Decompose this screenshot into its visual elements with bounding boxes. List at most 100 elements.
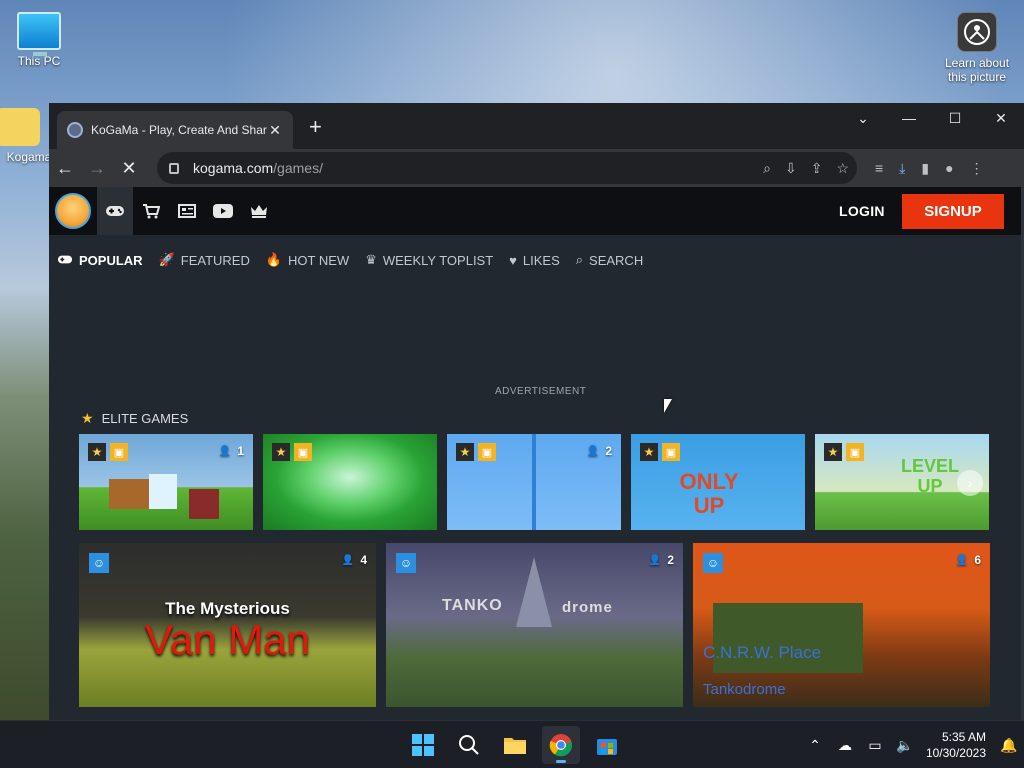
fire-icon: 🔥: [265, 252, 283, 267]
desktop-icon-kogama[interactable]: Kogama: [0, 108, 56, 164]
chevron-up-icon[interactable]: ⌃: [800, 737, 830, 754]
nav-search-label: SEARCH: [589, 252, 644, 268]
nav-featured[interactable]: 🚀 FEATURED: [159, 252, 250, 268]
game-card[interactable]: ☺ 👤 6 C.N.R.W. Place Tankodrome: [693, 543, 990, 707]
games-grid-row: ☺ 👤 4 The Mysterious Van Man ☺ 👤 2 TANKO d…: [79, 543, 990, 707]
toolbar-actions: ≡ ⤓ ▮ ● ⋮: [875, 149, 984, 187]
download-icon[interactable]: ⤓: [899, 160, 905, 177]
gamepad-icon: [57, 253, 73, 268]
gamepad-icon[interactable]: [97, 187, 133, 235]
window-controls: ⌄ — ☐ ✕: [840, 103, 1024, 133]
player-count: 👤 6: [955, 553, 981, 567]
new-tab-button[interactable]: +: [309, 116, 322, 138]
install-app-icon[interactable]: ⇩: [785, 160, 797, 177]
desktop-icon-learn-about-picture[interactable]: Learn about this picture: [937, 12, 1017, 84]
clock-time: 5:35 AM: [941, 730, 986, 744]
volume-muted-icon[interactable]: 🔈: [890, 737, 920, 754]
url-host: kogama.com: [193, 160, 274, 176]
nav-weekly-toplist-label: WEEKLY TOPLIST: [382, 252, 494, 268]
elite-game-card[interactable]: ★ ▣ 👤 2: [447, 434, 621, 530]
nav-likes[interactable]: ♥ LIKES: [509, 253, 560, 268]
share-icon[interactable]: ⇪: [811, 160, 823, 177]
mouse-cursor: [664, 399, 672, 413]
lock-icon: [169, 162, 179, 174]
player-count: 👤 2: [648, 553, 674, 567]
profile-icon[interactable]: ●: [945, 160, 953, 176]
windows-taskbar: ⌃ ☁ ▭ 🔈 5:35 AM 10/30/2023 🔔: [0, 720, 1024, 768]
player-count: 👤 4: [341, 553, 367, 567]
tab-search-button[interactable]: ⌄: [840, 103, 886, 133]
chrome-button[interactable]: [542, 726, 580, 764]
elite-game-card[interactable]: ★ ▣: [263, 434, 437, 530]
microsoft-store-button[interactable]: [588, 726, 626, 764]
file-explorer-button[interactable]: [496, 726, 534, 764]
gift-icon: ▣: [478, 443, 496, 461]
star-icon: ★: [824, 443, 842, 461]
onedrive-icon[interactable]: ☁: [830, 737, 860, 754]
nav-weekly-toplist[interactable]: ♛ WEEKLY TOPLIST: [365, 252, 493, 268]
elite-game-card[interactable]: LEVEL UP ★ ▣ ›: [815, 434, 989, 530]
star-icon: ★: [81, 410, 94, 426]
tab-title: KoGaMa - Play, Create And Share: [91, 123, 267, 137]
game-card[interactable]: ☺ 👤 4 The Mysterious Van Man: [79, 543, 376, 707]
search-button[interactable]: [450, 726, 488, 764]
nav-featured-label: FEATURED: [180, 252, 250, 268]
start-button[interactable]: [404, 726, 442, 764]
browser-tab-kogama[interactable]: KoGaMa - Play, Create And Share ✕: [57, 111, 293, 149]
kogama-games-page: LOGIN SIGNUP POPULAR 🚀 FEATURED 🔥 HOT NE…: [49, 187, 1024, 720]
stop-loading-button[interactable]: ✕: [113, 152, 145, 184]
signup-button[interactable]: SIGNUP: [902, 194, 1004, 229]
game-title-text: LEVEL UP: [900, 456, 959, 496]
cart-icon[interactable]: [133, 187, 169, 235]
heart-icon: ♥: [509, 252, 517, 268]
side-panel-icon[interactable]: ▮: [921, 160, 929, 177]
person-icon: 👤: [648, 554, 662, 566]
taskbar-apps: [404, 721, 626, 768]
desktop-icon-this-pc[interactable]: This PC: [1, 12, 77, 68]
network-icon[interactable]: ▭: [860, 737, 890, 754]
game-card[interactable]: ☺ 👤 2 TANKO drome: [386, 543, 683, 707]
maximize-button[interactable]: ☐: [932, 103, 978, 133]
smile-icon: ☺: [703, 553, 723, 573]
desktop-icon-label: This PC: [17, 54, 61, 68]
gift-icon: ▣: [110, 443, 128, 461]
gift-icon: ▣: [294, 443, 312, 461]
rocket-icon: 🚀: [158, 252, 175, 267]
youtube-icon[interactable]: [205, 187, 241, 235]
address-bar[interactable]: kogama.com/games/ ⌕ ⇩ ⇪ ☆: [157, 152, 857, 184]
nav-hot-new-label: HOT NEW: [288, 252, 350, 268]
notification-bell-icon[interactable]: 🔔: [994, 737, 1024, 754]
menu-kebab-icon[interactable]: ⋮: [970, 160, 984, 177]
search-icon[interactable]: ⌕: [763, 160, 771, 177]
advertisement-label: ADVERTISEMENT: [495, 386, 587, 397]
reading-list-icon[interactable]: ≡: [875, 160, 883, 176]
search-icon: ⌕: [575, 252, 584, 267]
nav-search[interactable]: ⌕ SEARCH: [576, 252, 643, 268]
elite-game-card[interactable]: ★ ▣ 👤 1: [79, 434, 253, 530]
game-title-line2: Tankodrome: [703, 681, 786, 698]
minimize-button[interactable]: —: [886, 103, 932, 133]
game-title-line1: C.N.R.W. Place: [703, 643, 822, 662]
news-icon[interactable]: [169, 187, 205, 235]
elite-game-card[interactable]: ONLY UP ★ ▣: [631, 434, 805, 530]
kogama-logo[interactable]: [49, 187, 97, 235]
clock[interactable]: 5:35 AM 10/30/2023: [926, 729, 986, 761]
person-icon: 👤: [955, 554, 969, 566]
nav-hot-new[interactable]: 🔥 HOT NEW: [266, 252, 349, 268]
tab-close-button[interactable]: ✕: [267, 122, 283, 139]
elite-games-label: ELITE GAMES: [101, 411, 189, 426]
forward-button[interactable]: →: [81, 152, 113, 184]
nav-popular[interactable]: POPULAR: [57, 253, 143, 268]
star-icon: ★: [456, 443, 474, 461]
person-icon: 👤: [586, 445, 600, 457]
back-button[interactable]: ←: [49, 152, 81, 184]
gift-icon: ▣: [662, 443, 680, 461]
close-window-button[interactable]: ✕: [978, 103, 1024, 133]
login-link[interactable]: LOGIN: [839, 187, 885, 235]
bookmark-star-icon[interactable]: ☆: [836, 160, 849, 177]
url-path: /games/: [273, 160, 323, 176]
crown-icon[interactable]: [241, 187, 277, 235]
carousel-next-button[interactable]: ›: [957, 470, 983, 496]
kogama-favicon-icon: [67, 122, 83, 138]
person-icon: 👤: [341, 554, 355, 566]
